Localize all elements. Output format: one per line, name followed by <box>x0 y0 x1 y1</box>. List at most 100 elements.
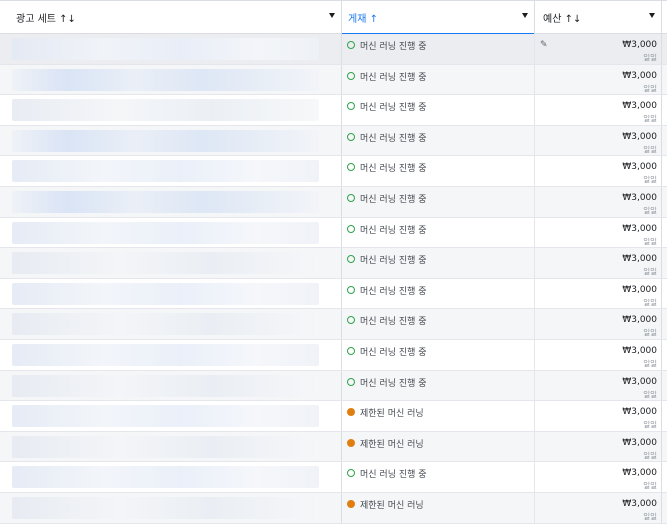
table-row[interactable]: 머신 러닝 진행 중 ₩3,000 일일 <box>0 95 667 126</box>
budget-cell[interactable]: ₩3,000 일일 <box>535 64 662 95</box>
chevron-down-icon[interactable] <box>522 13 528 18</box>
budget-amount: ₩3,000 <box>622 346 657 356</box>
budget-amount: ₩3,000 <box>622 499 657 509</box>
budget-period: 일일 <box>643 420 657 430</box>
budget-cell[interactable]: ₩3,000 일일 <box>535 493 662 523</box>
active-status-ring-icon <box>347 194 355 202</box>
budget-cell[interactable]: ₩3,000 일일 <box>535 34 662 64</box>
ad-set-name-cell[interactable] <box>0 431 342 462</box>
ad-set-name-cell[interactable] <box>0 493 342 523</box>
budget-cell[interactable]: ₩3,000 일일 <box>535 125 662 156</box>
ad-set-name-cell[interactable] <box>0 95 342 125</box>
ad-set-name-cell[interactable] <box>0 125 342 156</box>
budget-amount: ₩3,000 <box>622 468 657 479</box>
delivery-status-text: 머신 러닝 진행 중 <box>360 225 427 236</box>
budget-amount: ₩3,000 <box>622 162 657 173</box>
chevron-down-icon[interactable] <box>329 13 335 18</box>
budget-cell[interactable]: ₩3,000 일일 <box>535 462 662 492</box>
table-row[interactable]: 제한된 머신 러닝 ₩3,000 일일 <box>0 401 667 432</box>
delivery-status-text: 머신 러닝 진행 중 <box>360 133 427 144</box>
table-row[interactable]: 머신 러닝 진행 중 ₩3,000 일일 <box>0 156 667 187</box>
delivery-status-text: 머신 러닝 진행 중 <box>360 317 427 328</box>
ad-set-name-cell[interactable] <box>0 187 342 217</box>
table-row[interactable]: 머신 러닝 진행 중 ₩3,000 일일 <box>0 187 667 218</box>
budget-period: 일일 <box>643 328 657 338</box>
table-row[interactable]: 머신 러닝 진행 중 ₩3,000 일일 <box>0 217 667 249</box>
budget-amount: ₩3,000 <box>622 70 657 81</box>
table-row[interactable]: 머신 러닝 진행 중 ₩3,000 일일 <box>0 278 667 310</box>
delivery-status-cell: 머신 러닝 진행 중 <box>342 125 535 156</box>
budget-cell[interactable]: ₩3,000 일일 <box>535 95 662 125</box>
table-row[interactable]: 머신 러닝 진행 중 ₩3,000 일일 <box>0 64 667 96</box>
budget-period: 일일 <box>643 206 657 215</box>
chevron-down-icon[interactable] <box>649 13 655 18</box>
budget-period: 일일 <box>643 236 657 246</box>
ad-set-name-cell[interactable] <box>0 340 342 370</box>
ad-set-name-cell[interactable] <box>0 217 342 248</box>
budget-cell[interactable]: ₩3,000 일일 <box>535 340 662 370</box>
table-row[interactable]: 머신 러닝 진행 중 ₩3,000 일일 <box>0 340 667 371</box>
budget-cell[interactable]: ₩3,000 일일 <box>535 309 662 339</box>
budget-cell[interactable]: ₩3,000 일일 <box>535 278 662 309</box>
active-status-ring-icon <box>347 102 355 111</box>
ad-set-name-cell[interactable] <box>0 309 342 339</box>
column-header-ad-set[interactable]: 광고 세트 ↑↓ <box>0 1 342 34</box>
ad-set-name-cell[interactable] <box>0 370 342 401</box>
table-row[interactable]: 제한된 머신 러닝 ₩3,000 일일 <box>0 493 667 524</box>
column-header-budget[interactable]: 예산 ↑↓ <box>535 1 662 34</box>
budget-amount: ₩3,000 <box>622 437 657 448</box>
table-row[interactable]: 머신 러닝 진행 중 ✎ ₩3,000 일일 <box>0 34 667 65</box>
ad-set-name-cell[interactable] <box>0 156 342 186</box>
delivery-status-cell: 머신 러닝 진행 중 <box>342 340 535 370</box>
budget-cell[interactable]: ₩3,000 일일 <box>535 431 662 462</box>
ad-set-name-cell[interactable] <box>0 278 342 309</box>
delivery-status-cell: 머신 러닝 진행 중 <box>342 217 535 248</box>
active-status-ring-icon <box>347 132 355 141</box>
table-row[interactable]: 머신 러닝 진행 중 ₩3,000 일일 <box>0 462 667 493</box>
budget-cell[interactable]: ₩3,000 일일 <box>535 156 662 186</box>
limited-status-dot-icon <box>347 408 355 417</box>
column-label-ad-set: 광고 세트 ↑↓ <box>16 14 76 25</box>
ad-set-name-cell[interactable] <box>0 34 342 64</box>
delivery-status-cell: 제한된 머신 러닝 <box>342 431 535 462</box>
redacted-ad-set-name <box>12 252 319 275</box>
ad-set-name-cell[interactable] <box>0 64 342 95</box>
table-row[interactable]: 제한된 머신 러닝 ₩3,000 일일 <box>0 431 667 463</box>
budget-period: 일일 <box>643 83 657 93</box>
ad-set-name-cell[interactable] <box>0 401 342 431</box>
delivery-status-cell: 머신 러닝 진행 중 <box>342 95 535 125</box>
table-row[interactable]: 머신 러닝 진행 중 ₩3,000 일일 <box>0 125 667 157</box>
delivery-status-text: 머신 러닝 진행 중 <box>360 348 427 358</box>
budget-cell[interactable]: ₩3,000 일일 <box>535 248 662 278</box>
delivery-status-cell: 머신 러닝 진행 중 <box>342 187 535 217</box>
ad-set-table: 광고 세트 ↑↓ 게재 ↑ 예산 ↑↓ 머신 러닝 진행 중 ✎ ₩3,000 일일 머… <box>0 0 667 526</box>
active-status-ring-icon <box>347 285 355 294</box>
table-row[interactable]: 머신 러닝 진행 중 ₩3,000 일일 <box>0 309 667 340</box>
budget-cell[interactable]: ₩3,000 일일 <box>535 217 662 248</box>
redacted-ad-set-name <box>12 466 319 489</box>
delivery-status-cell: 머신 러닝 진행 중 <box>342 309 535 339</box>
redacted-ad-set-name <box>12 160 319 183</box>
delivery-status-cell: 머신 러닝 진행 중 ✎ <box>342 34 548 64</box>
delivery-status-cell: 머신 러닝 진행 중 <box>342 64 535 95</box>
budget-amount: ₩3,000 <box>622 223 657 234</box>
budget-cell[interactable]: ₩3,000 일일 <box>535 187 662 217</box>
column-label-budget: 예산 ↑↓ <box>543 14 582 25</box>
budget-cell[interactable]: ₩3,000 일일 <box>535 370 662 401</box>
budget-amount: ₩3,000 <box>622 284 657 295</box>
budget-cell[interactable]: ₩3,000 일일 <box>535 401 662 431</box>
table-row[interactable]: 머신 러닝 진행 중 ₩3,000 일일 <box>0 248 667 279</box>
delivery-status-cell: 머신 러닝 진행 중 <box>342 462 535 492</box>
ad-set-name-cell[interactable] <box>0 462 342 492</box>
budget-period: 일일 <box>643 359 657 368</box>
limited-status-dot-icon <box>347 438 355 447</box>
redacted-ad-set-name <box>12 221 319 244</box>
table-row[interactable]: 머신 러닝 진행 중 ₩3,000 일일 <box>0 370 667 402</box>
column-header-delivery[interactable]: 게재 ↑ <box>342 1 535 35</box>
budget-period: 일일 <box>643 481 657 491</box>
active-status-ring-icon <box>347 255 355 264</box>
delivery-status-cell: 제한된 머신 러닝 <box>342 401 535 431</box>
budget-amount: ₩3,000 <box>622 40 657 50</box>
ad-set-name-cell[interactable] <box>0 248 342 278</box>
redacted-ad-set-name <box>12 38 319 60</box>
